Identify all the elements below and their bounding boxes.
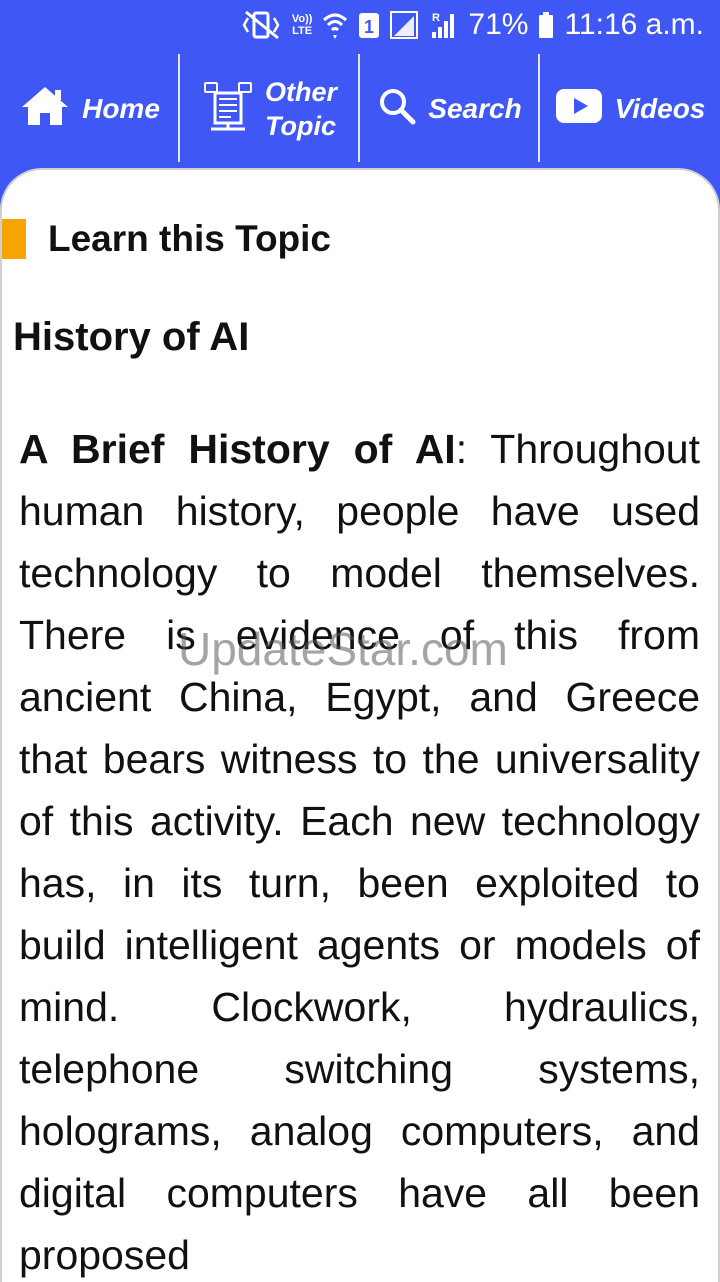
- section-marker: [2, 219, 26, 259]
- signal-sim1-icon: [390, 10, 419, 40]
- volte-top-text: Vo)): [291, 13, 313, 25]
- article-text: : Throughout human history, people have …: [19, 426, 700, 1278]
- nav-search-button[interactable]: Search: [360, 50, 540, 168]
- search-icon: [378, 87, 416, 132]
- nav-other-topic-line1: Other: [264, 77, 337, 107]
- play-icon: [555, 88, 603, 131]
- home-icon: [20, 85, 70, 134]
- top-nav-bar: Home Other Topic Search Videos: [0, 50, 720, 168]
- nav-other-topic-label: Other Topic: [265, 75, 337, 143]
- status-bar: Vo)) LTE 1 R 71% 11:16 a.m.: [0, 0, 720, 50]
- section-header: Learn this Topic: [2, 218, 331, 260]
- article-body: A Brief History of AI: Throughout human …: [19, 418, 700, 1282]
- nav-search-label: Search: [428, 93, 522, 124]
- battery-percent: 71%: [468, 8, 529, 41]
- nav-other-topic-line2: Topic: [264, 111, 336, 141]
- battery-icon: [538, 10, 554, 40]
- clock: 11:16 a.m.: [564, 8, 704, 41]
- section-title: Learn this Topic: [48, 218, 332, 259]
- content-card: Learn this Topic History of AI A Brief H…: [0, 168, 720, 1282]
- nav-videos-label: Videos: [614, 93, 706, 124]
- volte-indicator: Vo)) LTE: [292, 13, 313, 37]
- wifi-icon: [322, 10, 348, 40]
- nav-videos-button[interactable]: Videos: [540, 50, 720, 168]
- topic-title: History of AI: [13, 315, 250, 359]
- volte-bottom-text: LTE: [292, 25, 313, 37]
- signal-roaming-icon: R: [428, 10, 458, 40]
- roaming-indicator: R: [432, 12, 440, 24]
- topic-board-icon: [203, 79, 253, 140]
- sim-one-icon: 1: [358, 10, 380, 40]
- nav-home-button[interactable]: Home: [0, 50, 180, 168]
- nav-home-label: Home: [82, 93, 160, 124]
- sim-badge-text: 1: [364, 17, 374, 37]
- article-lead-bold: A Brief History of AI: [19, 426, 456, 472]
- nav-other-topic-button[interactable]: Other Topic: [180, 50, 360, 168]
- vibrate-mute-icon: [242, 10, 282, 40]
- status-icons: Vo)) LTE 1 R 71% 11:16 a.m.: [242, 6, 704, 44]
